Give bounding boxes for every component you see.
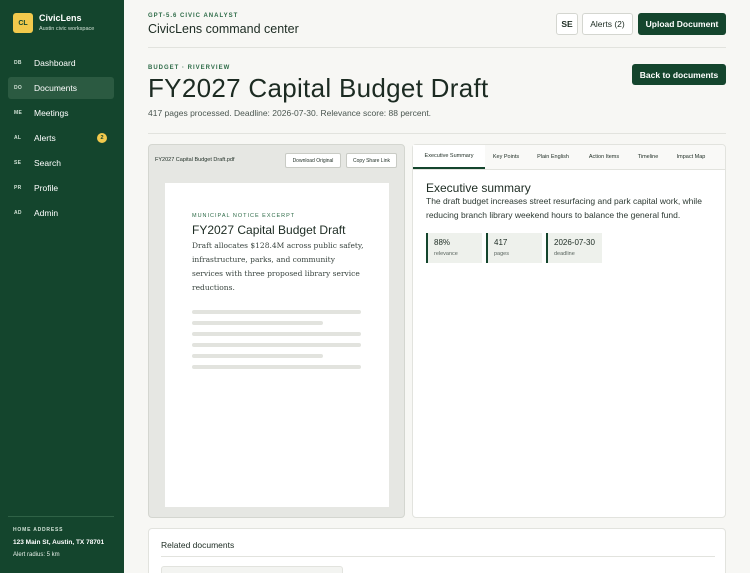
sidebar-item-admin[interactable]: AD Admin	[8, 202, 114, 224]
summary-tabs: Executive Summary Key Points Plain Engli…	[413, 145, 725, 170]
page-body-text: Draft allocates $128.4M across public sa…	[192, 241, 364, 292]
document-kicker: BUDGET · RIVERVIEW	[148, 65, 231, 71]
back-to-documents-button[interactable]: Back to documents	[632, 64, 726, 85]
tab-plain-english[interactable]: Plain English	[527, 145, 579, 169]
related-documents-panel: Related documents	[148, 528, 726, 573]
placeholder-line	[192, 365, 361, 369]
home-address-label: HOME ADDRESS	[13, 527, 64, 533]
sidebar-item-meetings[interactable]: ME Meetings	[8, 102, 114, 124]
document-meta: 417 pages processed. Deadline: 2026-07-3…	[148, 108, 432, 118]
sidebar-nav: DB Dashboard DO Documents ME Meetings AL…	[8, 52, 114, 227]
page-heading: FY2027 Capital Budget Draft	[192, 223, 346, 237]
placeholder-line	[192, 321, 323, 325]
sidebar-item-label: Alerts	[34, 133, 56, 143]
top-header: GPT-5.6 CIVIC ANALYST CivicLens command …	[148, 0, 726, 48]
admin-icon: AD	[14, 210, 22, 216]
tab-executive-summary[interactable]: Executive Summary	[413, 145, 485, 169]
viewer-toolbar: FY2027 Capital Budget Draft.pdf Download…	[149, 145, 404, 175]
documents-icon: DO	[14, 85, 23, 91]
document-page[interactable]: MUNICIPAL NOTICE EXCERPT FY2027 Capital …	[165, 183, 389, 507]
stat-value: 417	[494, 238, 508, 247]
brand-name: CivicLens	[39, 13, 82, 23]
sidebar-item-profile[interactable]: PR Profile	[8, 177, 114, 199]
download-original-button[interactable]: Download Original	[285, 153, 341, 168]
sidebar-item-label: Documents	[34, 83, 77, 93]
sidebar: CL CivicLens Austin civic workspace DB D…	[0, 0, 124, 573]
alerts-icon: AL	[14, 135, 22, 141]
stat-relevance: 88% relevance	[426, 233, 482, 263]
tab-action-items[interactable]: Action Items	[579, 145, 629, 169]
sidebar-item-label: Meetings	[34, 108, 69, 118]
stat-value: 2026-07-30	[554, 238, 595, 247]
upload-document-button[interactable]: Upload Document	[638, 13, 726, 35]
document-viewer: FY2027 Capital Budget Draft.pdf Download…	[148, 144, 405, 518]
stat-label: deadline	[554, 251, 575, 257]
summary-text: The draft budget increases street resurf…	[426, 196, 702, 220]
alert-radius: Alert radius: 5 km	[13, 552, 60, 558]
meetings-icon: ME	[14, 110, 23, 116]
page-title: CivicLens command center	[148, 22, 299, 36]
stat-deadline: 2026-07-30 deadline	[546, 233, 602, 263]
placeholder-line	[192, 354, 323, 358]
brand-logo: CL	[13, 13, 33, 33]
copy-share-link-button[interactable]: Copy Share Link	[346, 153, 397, 168]
placeholder-line	[192, 310, 361, 314]
placeholder-line	[192, 332, 361, 336]
sidebar-item-documents[interactable]: DO Documents	[8, 77, 114, 99]
alerts-count-badge: 2	[97, 133, 107, 143]
sidebar-item-search[interactable]: SE Search	[8, 152, 114, 174]
stat-label: relevance	[434, 251, 458, 257]
stat-value: 88%	[434, 238, 451, 247]
placeholder-line	[192, 343, 361, 347]
search-icon: SE	[14, 160, 22, 166]
header-kicker: GPT-5.6 CIVIC ANALYST	[148, 13, 239, 19]
tab-impact-map[interactable]: Impact Map	[667, 145, 715, 169]
related-documents-title: Related documents	[161, 540, 235, 550]
stat-pages: 417 pages	[486, 233, 542, 263]
profile-icon: PR	[14, 185, 22, 191]
summary-panel: Executive Summary Key Points Plain Engli…	[412, 144, 726, 518]
sidebar-item-label: Dashboard	[34, 58, 76, 68]
document-title: FY2027 Capital Budget Draft	[148, 73, 489, 103]
tab-key-points[interactable]: Key Points	[485, 145, 527, 169]
sidebar-item-dashboard[interactable]: DB Dashboard	[8, 52, 114, 74]
stat-label: pages	[494, 251, 509, 257]
sidebar-item-label: Profile	[34, 183, 59, 193]
dashboard-icon: DB	[14, 60, 22, 66]
divider	[161, 556, 715, 557]
alerts-button[interactable]: Alerts (2)	[582, 13, 633, 35]
sidebar-item-label: Search	[34, 158, 61, 168]
file-name: FY2027 Capital Budget Draft.pdf	[155, 157, 235, 163]
divider	[148, 133, 726, 134]
summary-heading: Executive summary	[426, 181, 531, 195]
home-address-value: 123 Main St, Austin, TX 78701	[13, 539, 105, 546]
page-kicker: MUNICIPAL NOTICE EXCERPT	[192, 213, 296, 219]
tab-timeline[interactable]: Timeline	[629, 145, 667, 169]
home-address-panel: HOME ADDRESS 123 Main St, Austin, TX 787…	[8, 516, 114, 558]
user-avatar-button[interactable]: SE	[556, 13, 578, 35]
related-document-card[interactable]	[161, 566, 343, 573]
brand-subtitle: Austin civic workspace	[39, 26, 95, 32]
sidebar-item-label: Admin	[34, 208, 59, 218]
sidebar-item-alerts[interactable]: AL Alerts 2	[8, 127, 114, 149]
brand[interactable]: CL CivicLens Austin civic workspace	[13, 13, 94, 33]
